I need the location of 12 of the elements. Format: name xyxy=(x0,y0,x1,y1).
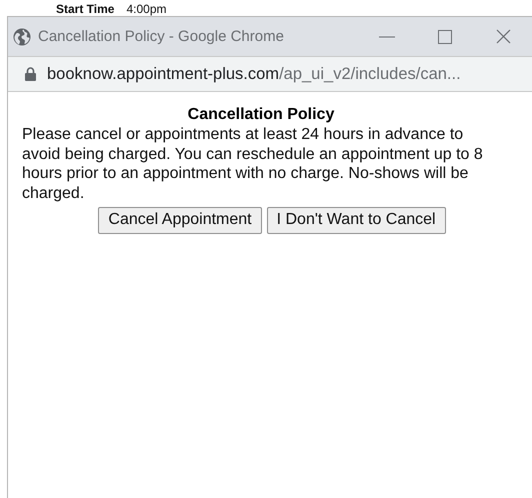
keep-appointment-button[interactable]: I Don't Want to Cancel xyxy=(266,207,446,234)
maximize-icon[interactable] xyxy=(438,30,452,44)
dialog-heading: Cancellation Policy xyxy=(186,106,336,124)
lock-icon xyxy=(25,67,36,81)
cancel-appointment-button[interactable]: Cancel Appointment xyxy=(98,207,262,234)
field-value: 4:00pm xyxy=(126,3,166,16)
close-icon[interactable] xyxy=(496,29,510,44)
minimize-icon[interactable] xyxy=(379,36,395,38)
policy-text: Please cancel or appointments at least 24 hours in advance to avoid being charged. You can reschedule an appointment up to 8 hours prior to an appointment with no charge. No-shows will be charged. xyxy=(22,125,484,203)
globe-icon xyxy=(13,28,31,46)
field-label: Start Time xyxy=(56,3,114,16)
window-title: Cancellation Policy - Google Chrome xyxy=(38,28,284,45)
